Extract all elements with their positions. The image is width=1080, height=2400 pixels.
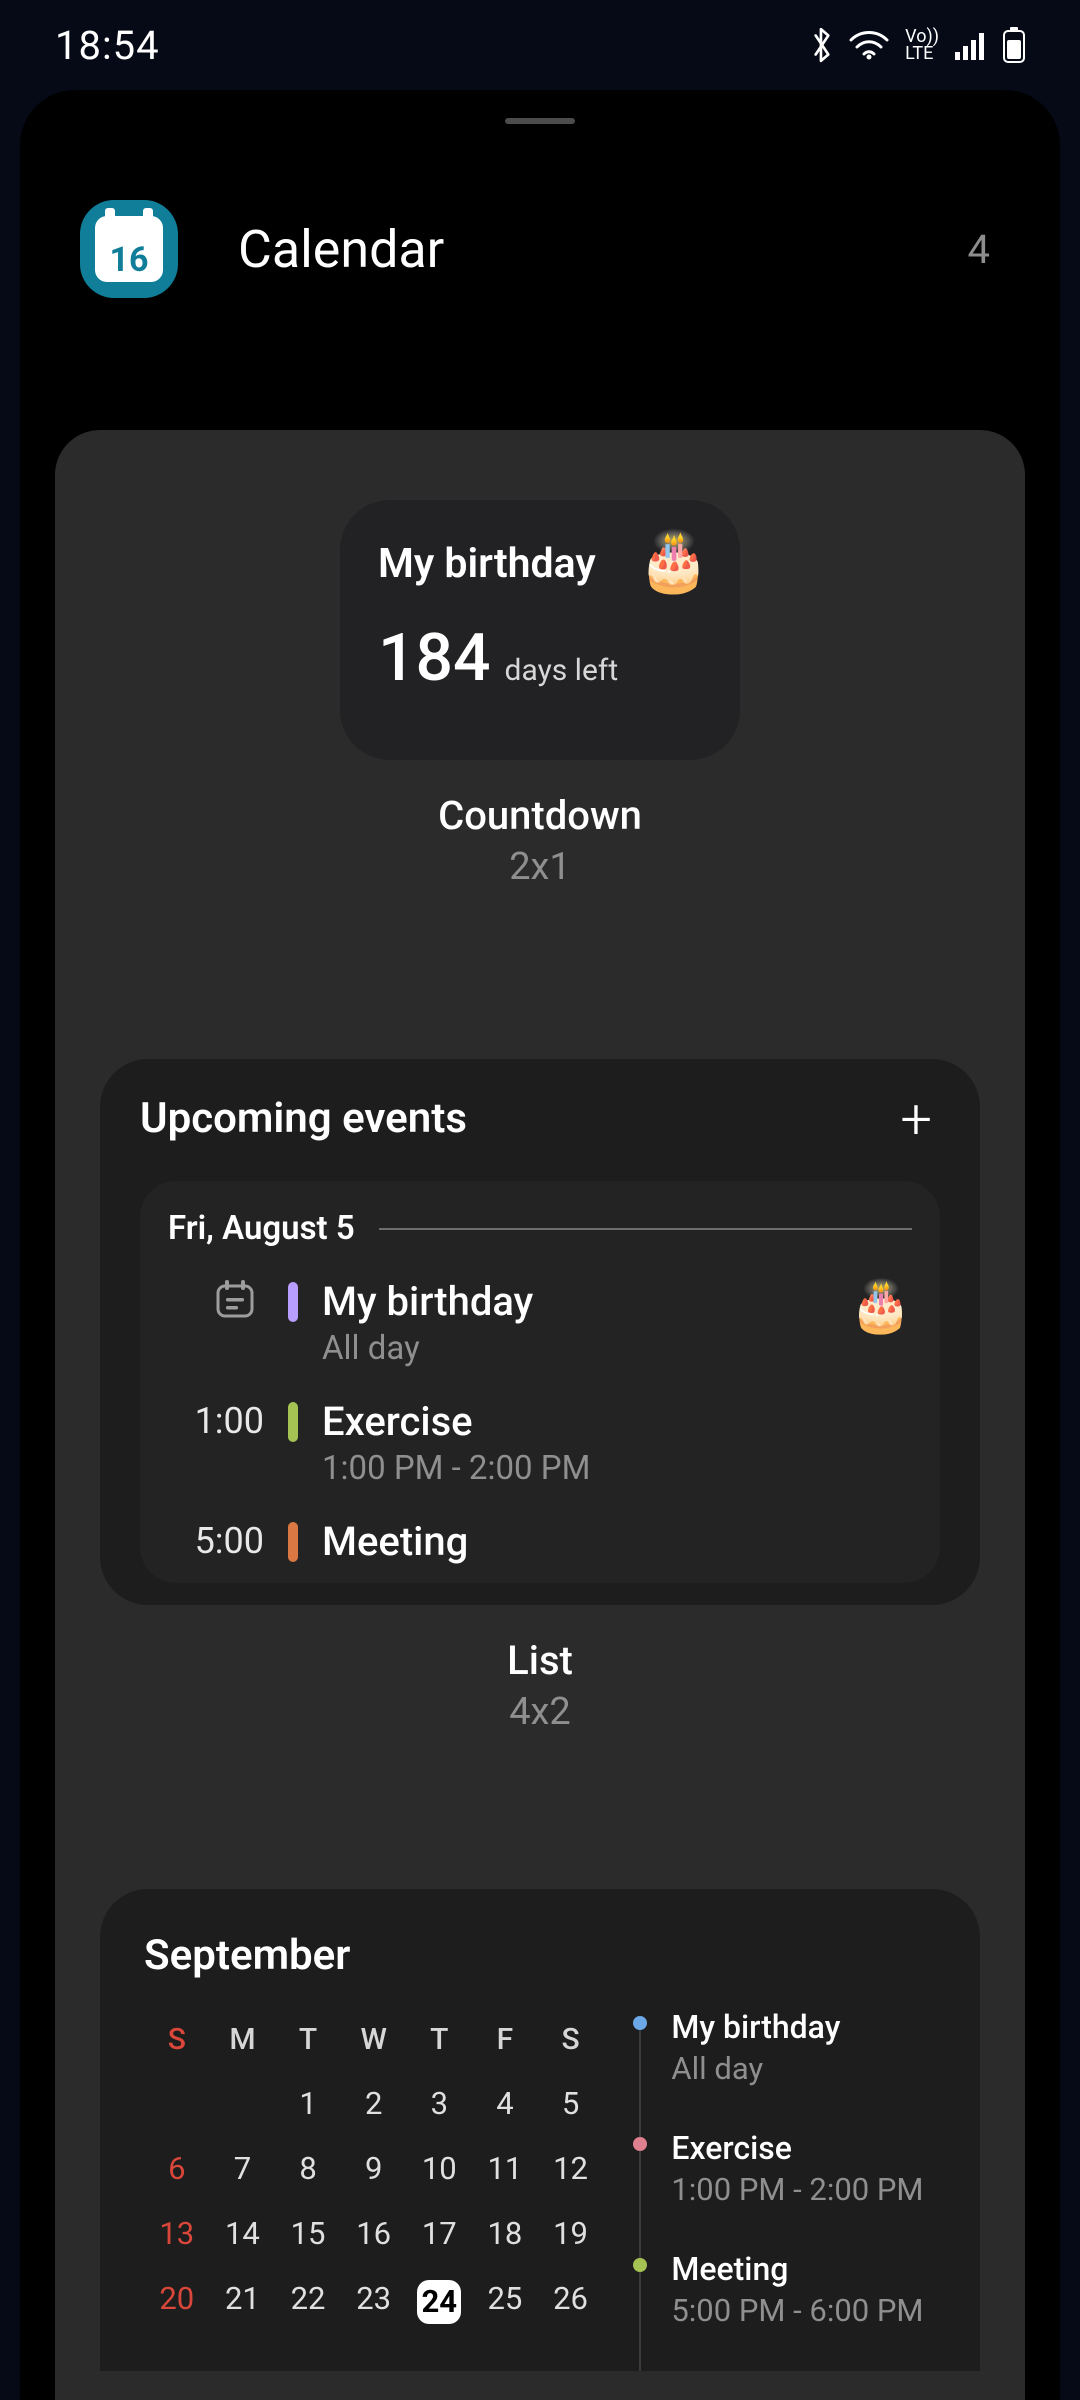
widget-picker-sheet: 16 Calendar 4 My birthday 🎂 184 days lef… <box>20 90 1060 2400</box>
month-title: September <box>144 1931 936 1980</box>
status-bar: 18:54 Vo)) LTE <box>0 0 1080 90</box>
day-cell: 10 <box>407 2136 473 2201</box>
event-time: 5:00 <box>168 1518 264 1562</box>
day-cell: 1 <box>275 2071 341 2136</box>
day-cell: 24 <box>407 2266 473 2338</box>
day-cell: 14 <box>210 2201 276 2266</box>
month-events: My birthday All day Exercise 1:00 PM - 2… <box>633 2008 936 2371</box>
day-cell: 26 <box>538 2266 604 2338</box>
day-cell: 15 <box>275 2201 341 2266</box>
event-sub: All day <box>322 1329 840 1368</box>
list-date: Fri, August 5 <box>168 1209 355 1248</box>
event-color-bar <box>288 1402 298 1442</box>
signal-icon <box>955 30 989 60</box>
dow-cell: T <box>407 2008 473 2071</box>
month-event-row: My birthday All day <box>633 2008 936 2087</box>
dow-cell: W <box>341 2008 407 2071</box>
list-label: List <box>507 1637 573 1684</box>
event-dot <box>633 2016 647 2030</box>
cake-icon: 🎂 <box>850 1278 912 1336</box>
all-day-icon <box>168 1278 264 1320</box>
widget-month[interactable]: September SMTWTFS 1234567891011121314151… <box>100 1889 980 2371</box>
day-cell: 4 <box>472 2071 538 2136</box>
day-cell: 23 <box>341 2266 407 2338</box>
countdown-unit: days left <box>505 653 619 688</box>
calendar-app-icon: 16 <box>80 200 178 298</box>
event-row: 5:00 Meeting <box>168 1518 912 1565</box>
month-preview: September SMTWTFS 1234567891011121314151… <box>100 1889 980 2371</box>
status-icons: Vo)) LTE <box>809 26 1025 64</box>
status-time: 18:54 <box>55 22 160 69</box>
calendar-app-icon-day: 16 <box>95 216 163 282</box>
dow-cell: S <box>144 2008 210 2071</box>
month-event-row: Meeting 5:00 PM - 6:00 PM <box>633 2250 936 2329</box>
event-name: Meeting <box>322 1518 912 1565</box>
countdown-value: 184 <box>378 620 491 697</box>
event-color-bar <box>288 1522 298 1562</box>
day-cell: 19 <box>538 2201 604 2266</box>
sheet-grip[interactable] <box>505 118 575 124</box>
calendar-grid: SMTWTFS 12345678910111213141516171819202… <box>144 2008 603 2371</box>
list-preview: Upcoming events + Fri, August 5 <box>100 1059 980 1605</box>
day-cell: 8 <box>275 2136 341 2201</box>
wifi-icon <box>849 30 889 60</box>
add-event-icon[interactable]: + <box>892 1099 940 1139</box>
day-cell: 25 <box>472 2266 538 2338</box>
day-cell: 16 <box>341 2201 407 2266</box>
day-cell: 3 <box>407 2071 473 2136</box>
event-sub: 1:00 PM - 2:00 PM <box>322 1449 912 1488</box>
battery-icon <box>1003 27 1025 63</box>
day-cell <box>144 2071 210 2136</box>
event-name: Exercise <box>322 1398 912 1445</box>
day-cell: 2 <box>341 2071 407 2136</box>
day-cell: 9 <box>341 2136 407 2201</box>
dow-cell: M <box>210 2008 276 2071</box>
day-cell: 6 <box>144 2136 210 2201</box>
divider <box>379 1228 912 1230</box>
day-cell: 7 <box>210 2136 276 2201</box>
event-time: 1:00 <box>168 1398 264 1442</box>
day-cell: 17 <box>407 2201 473 2266</box>
day-cell: 5 <box>538 2071 604 2136</box>
dow-cell: S <box>538 2008 604 2071</box>
day-cell: 22 <box>275 2266 341 2338</box>
event-dot <box>633 2258 647 2272</box>
dow-cell: F <box>472 2008 538 2071</box>
network-lte-icon: Vo)) LTE <box>905 28 939 62</box>
widget-list-item[interactable]: Upcoming events + Fri, August 5 <box>100 1059 980 1734</box>
day-cell: 11 <box>472 2136 538 2201</box>
countdown-preview: My birthday 🎂 184 days left <box>340 500 740 760</box>
dow-cell: T <box>275 2008 341 2071</box>
day-cell: 20 <box>144 2266 210 2338</box>
page-title: Calendar <box>238 219 968 280</box>
month-event-row: Exercise 1:00 PM - 2:00 PM <box>633 2129 936 2208</box>
day-cell: 21 <box>210 2266 276 2338</box>
day-cell: 12 <box>538 2136 604 2201</box>
countdown-label: Countdown <box>438 792 642 839</box>
widget-count: 4 <box>968 226 1000 273</box>
event-row: My birthday All day 🎂 <box>168 1278 912 1368</box>
cake-icon: 🎂 <box>638 528 710 596</box>
list-title: Upcoming events <box>140 1094 467 1143</box>
day-cell <box>210 2071 276 2136</box>
widget-list[interactable]: My birthday 🎂 184 days left Countdown 2x… <box>55 430 1025 2400</box>
day-cell: 13 <box>144 2201 210 2266</box>
countdown-size: 2x1 <box>509 845 571 889</box>
event-name: My birthday <box>322 1278 840 1325</box>
event-row: 1:00 Exercise 1:00 PM - 2:00 PM <box>168 1398 912 1488</box>
bluetooth-icon <box>809 26 835 64</box>
widget-countdown[interactable]: My birthday 🎂 184 days left Countdown 2x… <box>100 500 980 889</box>
day-cell: 18 <box>472 2201 538 2266</box>
list-size: 4x2 <box>509 1690 571 1734</box>
event-color-bar <box>288 1282 298 1322</box>
header: 16 Calendar 4 <box>20 90 1060 358</box>
event-dot <box>633 2137 647 2151</box>
